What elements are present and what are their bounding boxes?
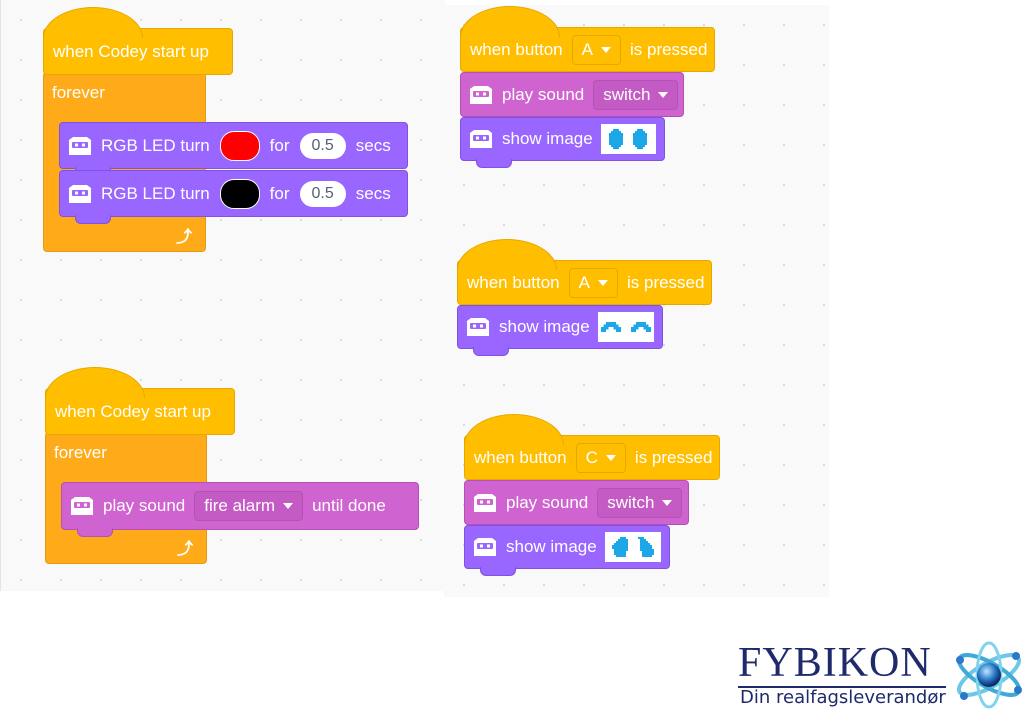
sound-dropdown[interactable]: switch (597, 487, 683, 518)
hat-block-codey-startup[interactable]: when Codey start up (45, 367, 235, 435)
hat-block-button-pressed[interactable]: when button A is pressed (460, 6, 715, 72)
caret-down-icon (283, 503, 294, 509)
show-image-block[interactable]: show image (457, 305, 663, 356)
codey-robot-icon (469, 129, 493, 149)
fybikon-logo: FYBIKON Din realfagsleverandør (736, 640, 1024, 710)
block-label: RGB LED turn (101, 183, 210, 203)
caret-down-icon (658, 91, 669, 98)
slanted-eyes-image-icon (611, 537, 628, 557)
for-label: for (269, 183, 290, 203)
play-sound-block[interactable]: play sound switch (460, 72, 684, 117)
atom-icon (956, 641, 1022, 709)
rgb-led-block-1[interactable]: RGB LED turn for 0.5 secs (59, 122, 408, 176)
caret-down-icon (605, 454, 616, 461)
duration-input[interactable]: 0.5 (299, 132, 346, 159)
button-dropdown[interactable]: A (571, 34, 621, 65)
play-sound-until-done-block[interactable]: play sound fire alarm until done (61, 482, 419, 537)
block-label: show image (502, 129, 593, 148)
hat-block-codey-startup[interactable]: when Codey start up (43, 7, 233, 75)
hat-suffix: is pressed (634, 447, 713, 467)
button-value: A (581, 39, 593, 59)
caret-down-icon (597, 279, 608, 286)
slanted-eyes-image-icon (637, 537, 654, 557)
happy-eyes-image-icon (630, 322, 651, 332)
hat-suffix: is pressed (626, 272, 705, 292)
button-dropdown[interactable]: C (575, 442, 626, 473)
show-image-block[interactable]: show image (464, 525, 670, 576)
block-label: show image (506, 537, 597, 556)
caret-down-icon (662, 499, 673, 506)
forever-label: forever (52, 83, 105, 102)
tall-eyes-image-icon (609, 129, 624, 149)
image-picker[interactable] (600, 124, 656, 154)
block-label: play sound (103, 496, 186, 515)
logo-brand-text: FYBIKON (738, 640, 932, 686)
sound-dropdown[interactable]: fire alarm (194, 491, 304, 521)
codey-robot-icon (469, 85, 493, 105)
happy-eyes-image-icon (600, 322, 621, 332)
hat-block-button-pressed[interactable]: when button C is pressed (464, 414, 720, 480)
hat-prefix: when button (474, 447, 567, 467)
duration-input[interactable]: 0.5 (299, 180, 346, 207)
sound-value: fire alarm (204, 496, 276, 515)
button-value: A (578, 272, 590, 292)
for-label: for (269, 135, 290, 155)
forever-label: forever (54, 443, 107, 462)
color-picker-black[interactable] (219, 178, 260, 209)
image-picker[interactable] (597, 312, 654, 342)
sound-value: switch (607, 492, 655, 512)
loop-arrow-icon: ⤴ (176, 229, 193, 246)
sound-value: switch (603, 84, 651, 104)
hat-prefix: when button (467, 272, 560, 292)
block-label: play sound (502, 84, 585, 104)
block-label: play sound (506, 492, 589, 512)
suffix-label: until done (312, 496, 386, 515)
rgb-led-block-2[interactable]: RGB LED turn for 0.5 secs (59, 170, 408, 224)
tall-eyes-image-icon (633, 129, 648, 149)
codey-robot-icon (466, 317, 490, 337)
block-label: RGB LED turn (101, 135, 210, 155)
logo-tagline: Din realfagsleverandør (740, 687, 946, 708)
image-picker[interactable] (604, 532, 661, 562)
color-picker-red[interactable] (219, 130, 260, 161)
sound-dropdown[interactable]: switch (593, 79, 679, 110)
codey-robot-icon (68, 136, 92, 156)
codey-robot-icon (70, 496, 94, 516)
play-sound-block[interactable]: play sound switch (464, 480, 689, 525)
hat-label: when Codey start up (53, 41, 209, 61)
unit-label: secs (355, 183, 391, 203)
button-value: C (585, 447, 598, 467)
hat-prefix: when button (470, 39, 563, 59)
caret-down-icon (600, 46, 611, 53)
codey-robot-icon (473, 537, 497, 557)
loop-arrow-icon: ⤴ (177, 541, 194, 558)
hat-suffix: is pressed (629, 39, 708, 59)
unit-label: secs (355, 135, 391, 155)
codey-robot-icon (473, 493, 497, 513)
button-dropdown[interactable]: A (568, 267, 618, 298)
block-label: show image (499, 317, 590, 336)
codey-robot-icon (68, 184, 92, 204)
show-image-block[interactable]: show image (460, 117, 665, 168)
hat-block-button-pressed[interactable]: when button A is pressed (457, 239, 712, 305)
hat-label: when Codey start up (55, 401, 211, 421)
